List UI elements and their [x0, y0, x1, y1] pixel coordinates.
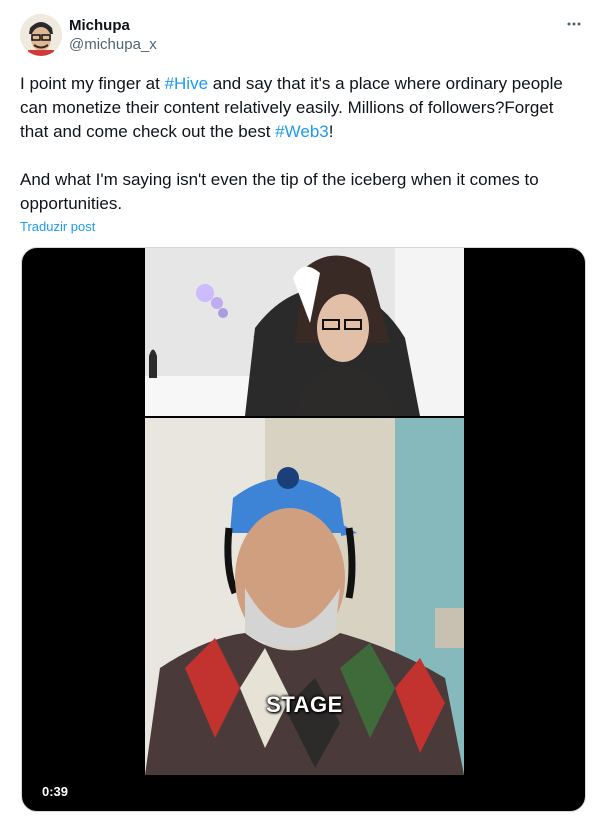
video-duration-badge: 0:39: [42, 784, 69, 799]
user-handle[interactable]: @michupa_x: [69, 35, 157, 55]
video-bottom-panel: [145, 418, 464, 775]
tweet-header: Michupa @michupa_x: [20, 14, 586, 60]
tweet-text: I point my finger at #Hive and say that …: [20, 72, 586, 216]
translate-post-link[interactable]: Traduzir post: [20, 219, 95, 235]
display-name[interactable]: Michupa: [69, 17, 157, 35]
tweet-text-segment: I point my finger at: [20, 74, 165, 93]
tweet-paragraph-1: I point my finger at #Hive and say that …: [20, 72, 586, 144]
tweet-paragraph-2: And what I'm saying isn't even the tip o…: [20, 170, 539, 213]
video-frame: STAGE: [145, 248, 464, 775]
hashtag-hive[interactable]: #Hive: [165, 74, 208, 93]
video-player[interactable]: STAGE 0:39: [21, 247, 586, 812]
hashtag-web3[interactable]: #Web3: [275, 122, 329, 141]
video-caption: STAGE: [266, 692, 343, 717]
video-top-panel: [145, 248, 464, 416]
avatar[interactable]: [20, 14, 62, 56]
tweet-text-segment: !: [328, 122, 334, 141]
author-names: Michupa @michupa_x: [69, 17, 157, 55]
more-horizontal-icon[interactable]: [562, 16, 586, 36]
